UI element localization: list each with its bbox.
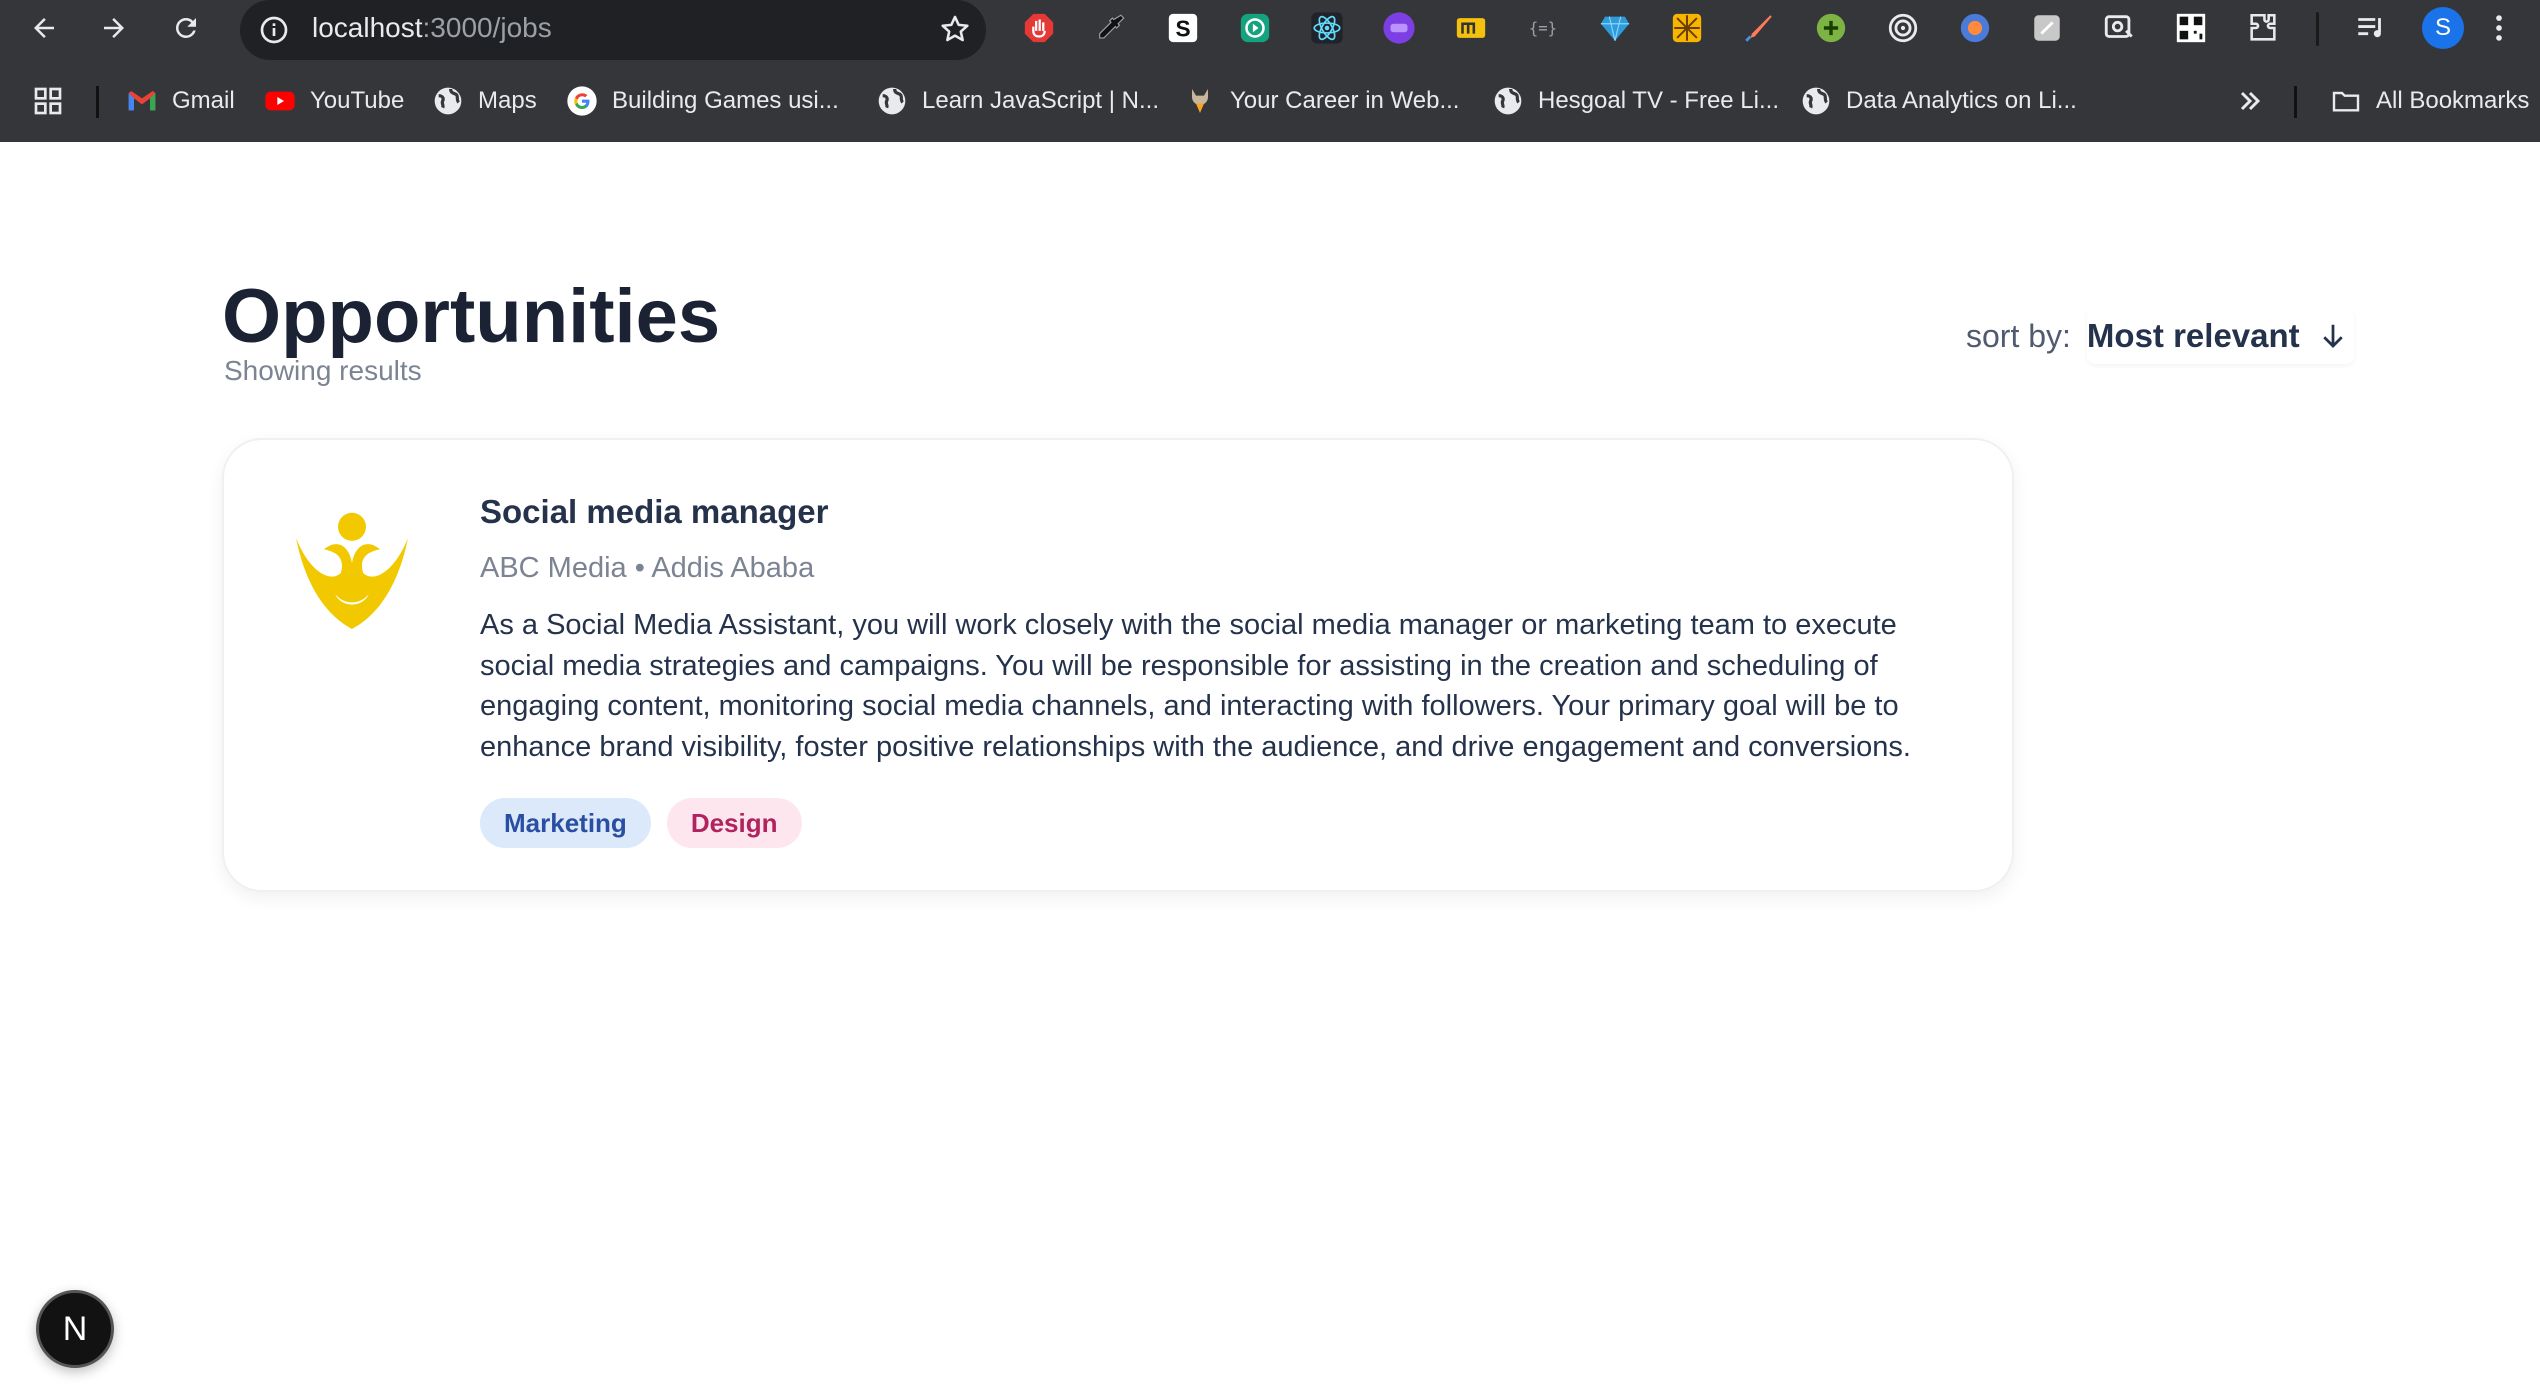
extension-eyedropper-icon[interactable] bbox=[1092, 9, 1130, 47]
globe-icon bbox=[1802, 87, 1830, 115]
bookmarks-separator bbox=[96, 86, 99, 118]
bookmark-star-icon[interactable] bbox=[938, 12, 972, 46]
extension-plus-icon[interactable] bbox=[1812, 9, 1850, 47]
google-icon bbox=[567, 86, 597, 116]
extension-shield-icon[interactable] bbox=[1956, 9, 1994, 47]
career-icon bbox=[1192, 89, 1208, 113]
more-bookmarks-button[interactable] bbox=[2234, 74, 2266, 128]
bookmark-building-games[interactable]: Building Games usi... bbox=[566, 74, 839, 128]
bookmark-data-analytics[interactable]: Data Analytics on Li... bbox=[1800, 74, 2077, 128]
extension-braces-icon[interactable]: {=} bbox=[1524, 9, 1562, 47]
results-subtitle: Showing results bbox=[224, 355, 422, 386]
extension-s-icon[interactable]: S bbox=[1164, 9, 1202, 47]
nextjs-dev-indicator[interactable]: N bbox=[36, 1290, 114, 1368]
back-button[interactable] bbox=[22, 6, 66, 50]
job-title[interactable]: Social media manager bbox=[480, 490, 828, 534]
youtube-icon bbox=[265, 91, 295, 111]
extension-qr-icon[interactable] bbox=[2172, 9, 2210, 47]
svg-text:{=}: {=} bbox=[1529, 20, 1557, 38]
url-text: localhost:3000/jobs bbox=[312, 12, 552, 43]
chevron-double-right-icon bbox=[2240, 91, 2261, 111]
extension-diamond-icon[interactable] bbox=[1596, 9, 1634, 47]
globe-icon bbox=[434, 87, 462, 115]
forward-button[interactable] bbox=[92, 6, 136, 50]
sort-label: sort by: bbox=[1966, 317, 2071, 354]
site-info-icon[interactable] bbox=[258, 14, 290, 46]
extensions-puzzle-icon[interactable] bbox=[2244, 9, 2282, 47]
bookmark-maps[interactable]: Maps bbox=[432, 74, 537, 128]
arrow-left-icon bbox=[34, 18, 54, 38]
tag-design[interactable]: Design bbox=[666, 798, 802, 848]
globe-icon bbox=[878, 87, 906, 115]
bookmark-gmail[interactable]: Gmail bbox=[126, 74, 235, 128]
extension-target-icon[interactable] bbox=[1884, 9, 1922, 47]
sort-control: sort by: Most relevant bbox=[1966, 308, 2354, 364]
bookmark-learn-javascript[interactable]: Learn JavaScript | N... bbox=[876, 74, 1159, 128]
svg-text:S: S bbox=[1175, 16, 1190, 42]
job-description: As a Social Media Assistant, you will wo… bbox=[480, 609, 1911, 763]
reload-icon bbox=[175, 17, 196, 38]
profile-avatar[interactable]: S bbox=[2422, 7, 2464, 49]
tag-marketing[interactable]: Marketing bbox=[480, 798, 651, 848]
extension-play-icon[interactable] bbox=[1236, 9, 1274, 47]
gmail-icon bbox=[128, 91, 156, 111]
bookmark-hesgoal[interactable]: Hesgoal TV - Free Li... bbox=[1492, 74, 1779, 128]
page-title: Opportunities bbox=[222, 274, 721, 359]
extension-pattern-icon[interactable] bbox=[1668, 9, 1706, 47]
company-logo bbox=[296, 512, 408, 629]
bookmarks-bar: Gmail YouTube Maps Building Games usi...… bbox=[0, 74, 2540, 128]
extension-react-icon[interactable] bbox=[1308, 9, 1346, 47]
extension-figma-icon[interactable] bbox=[1380, 9, 1418, 47]
globe-icon bbox=[1494, 87, 1522, 115]
bookmarks-separator bbox=[2294, 86, 2297, 118]
reload-button[interactable] bbox=[164, 6, 208, 50]
address-bar[interactable]: localhost:3000/jobs bbox=[240, 0, 986, 60]
browser-menu-icon[interactable] bbox=[2480, 9, 2518, 47]
arrow-right-icon bbox=[104, 18, 124, 38]
arrow-down-icon bbox=[2322, 324, 2343, 348]
all-bookmarks-button[interactable]: All Bookmarks bbox=[2330, 74, 2529, 128]
browser-toolbar: localhost:3000/jobs S {=} S bbox=[0, 0, 2540, 60]
job-tags: Marketing Design bbox=[480, 798, 802, 848]
folder-icon bbox=[2332, 91, 2360, 112]
media-controls-icon[interactable] bbox=[2352, 9, 2390, 47]
extension-pen-icon[interactable] bbox=[1740, 9, 1778, 47]
bookmark-youtube[interactable]: YouTube bbox=[264, 74, 404, 128]
job-card[interactable]: Social media manager ABC Media • Addis A… bbox=[222, 438, 2014, 892]
apps-grid-icon bbox=[34, 87, 62, 115]
apps-button[interactable] bbox=[32, 74, 64, 128]
extension-note-icon[interactable] bbox=[2028, 9, 2066, 47]
job-company-location: ABC Media • Addis Ababa bbox=[480, 552, 815, 584]
toolbar-separator bbox=[2316, 12, 2319, 46]
sort-select[interactable]: Most relevant bbox=[2087, 308, 2354, 364]
extension-adblock-icon[interactable] bbox=[1020, 9, 1058, 47]
bookmark-your-career[interactable]: Your Career in Web... bbox=[1184, 74, 1459, 128]
browser-chrome: localhost:3000/jobs S {=} S Gmail YouTub… bbox=[0, 0, 2540, 142]
extension-capture-icon[interactable] bbox=[2100, 9, 2138, 47]
extension-yellow-icon[interactable] bbox=[1452, 9, 1490, 47]
sort-value: Most relevant bbox=[2086, 317, 2300, 354]
